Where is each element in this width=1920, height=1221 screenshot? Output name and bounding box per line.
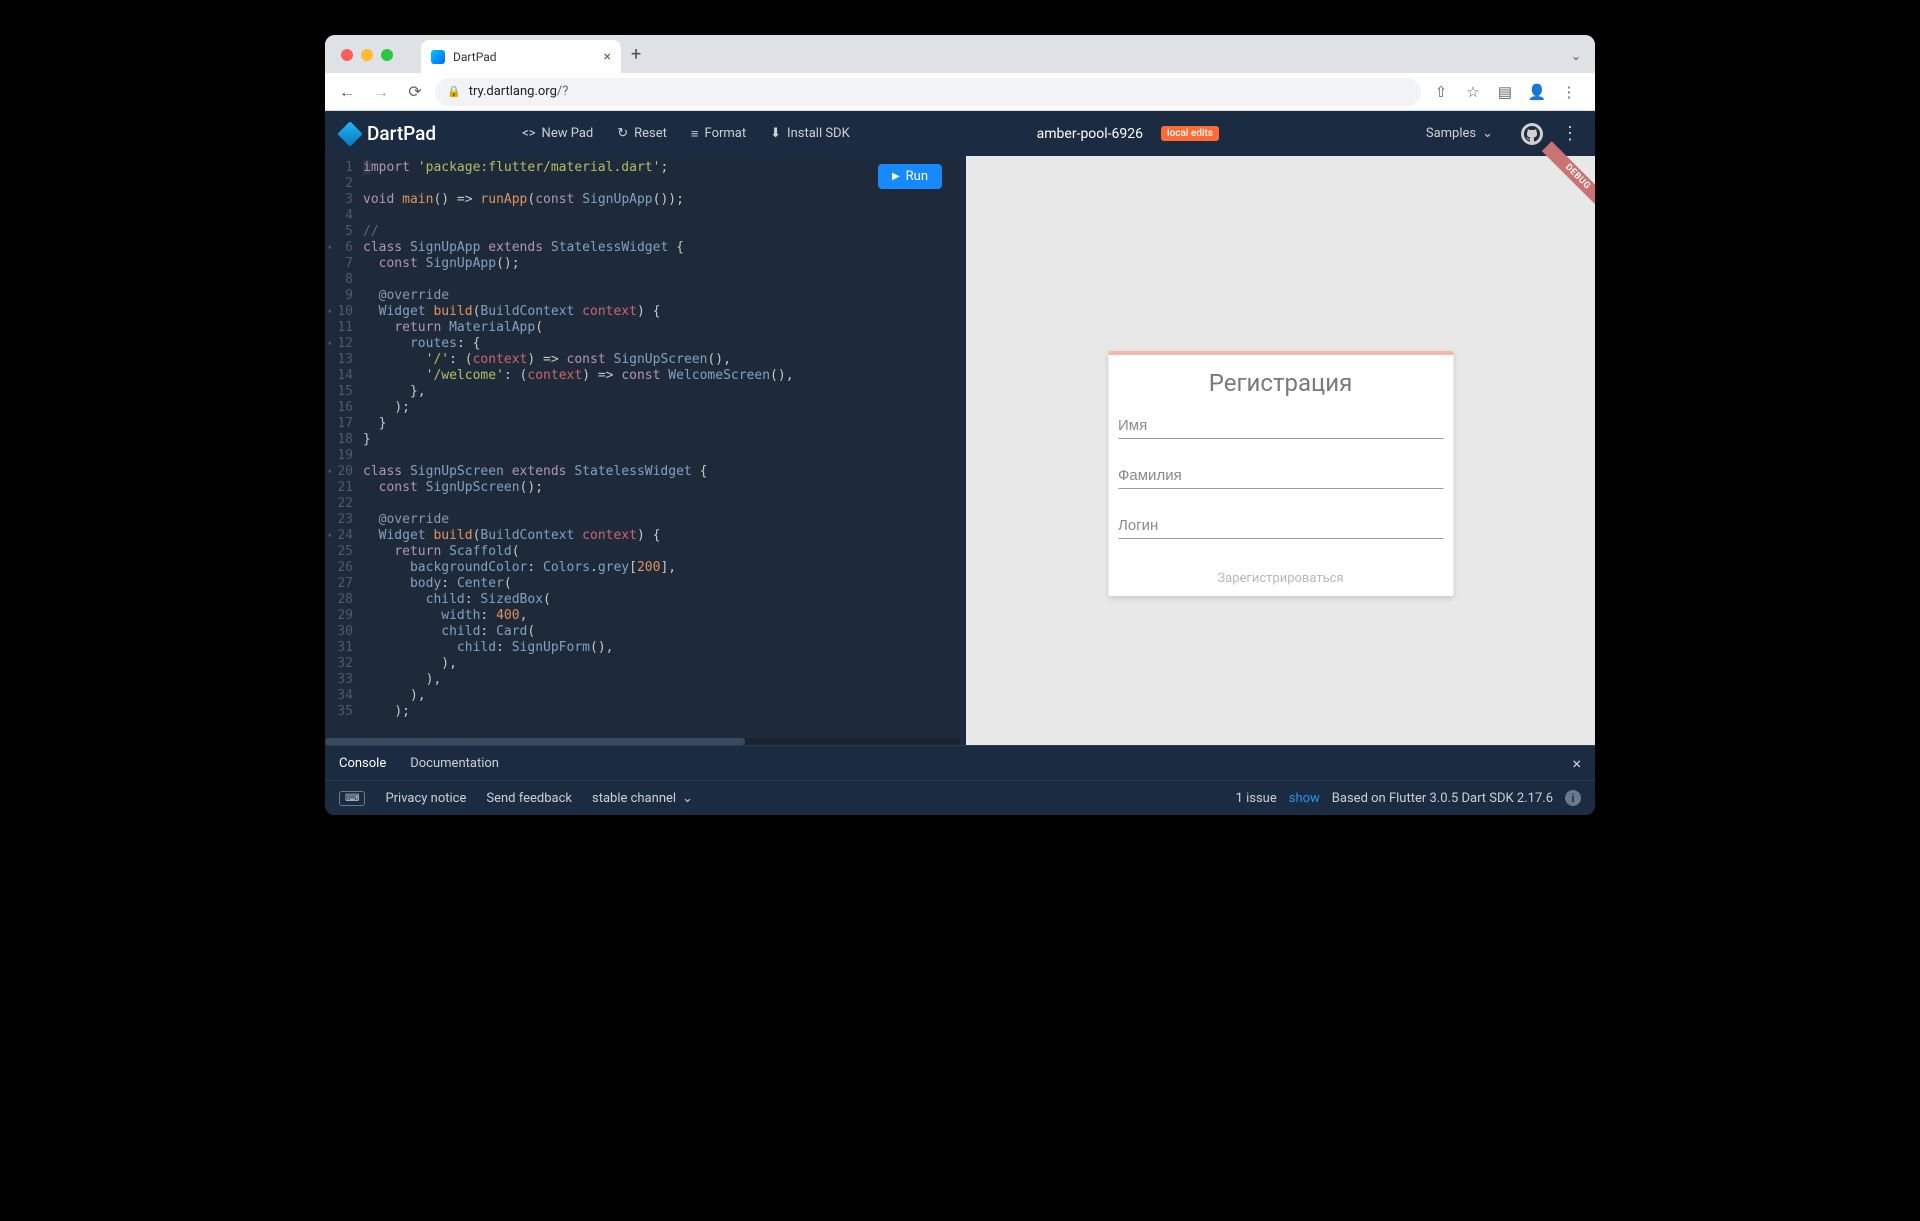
card-title: Регистрация (1118, 369, 1443, 397)
last-name-input[interactable] (1118, 461, 1443, 489)
window-controls (333, 49, 401, 73)
first-name-input[interactable] (1118, 411, 1443, 439)
close-panel-icon[interactable]: × (1572, 754, 1581, 773)
keyboard-icon[interactable]: ⌨ (339, 791, 365, 806)
install-sdk-button[interactable]: ⬇Install SDK (762, 122, 858, 145)
login-input[interactable] (1118, 511, 1443, 539)
console-bar: Console Documentation × (325, 745, 1595, 780)
tab-title: DartPad (453, 50, 596, 64)
maximize-window-icon[interactable] (381, 49, 393, 61)
forward-button[interactable]: → (367, 78, 395, 106)
download-icon: ⬇ (770, 126, 781, 141)
panel-icon[interactable]: ▤ (1491, 78, 1519, 106)
privacy-link[interactable]: Privacy notice (385, 791, 466, 806)
bookmark-icon[interactable]: ☆ (1459, 78, 1487, 106)
lock-icon: 🔒 (447, 85, 461, 98)
profile-icon[interactable]: 👤 (1523, 78, 1551, 106)
main-split: ▶Run 12345678910111213141516171819202122… (325, 156, 1595, 745)
chevron-down-icon: ⌄ (682, 791, 693, 806)
minimize-window-icon[interactable] (361, 49, 373, 61)
channel-dropdown[interactable]: stable channel⌄ (592, 791, 693, 806)
run-button[interactable]: ▶Run (878, 164, 942, 189)
browser-window: DartPad × + ⌄ ← → ⟳ 🔒 try.dartlang.org/?… (325, 35, 1595, 815)
browser-tab[interactable]: DartPad × (421, 40, 621, 73)
browser-tab-bar: DartPad × + ⌄ (325, 35, 1595, 73)
tabs-expand-icon[interactable]: ⌄ (1571, 49, 1581, 63)
signup-card: Регистрация Зарегистрироваться (1108, 351, 1453, 596)
horizontal-scrollbar[interactable] (325, 738, 960, 745)
console-tab[interactable]: Console (339, 756, 386, 771)
url-text: try.dartlang.org/? (469, 84, 1409, 99)
more-menu-icon[interactable]: ⋮ (1561, 123, 1579, 144)
kebab-menu-icon[interactable]: ⋮ (1555, 78, 1583, 106)
top-bar: DartPad <>New Pad ↻Reset ≡Format ⬇Instal… (325, 111, 1595, 156)
back-button[interactable]: ← (333, 78, 361, 106)
dartpad-app: DartPad <>New Pad ↻Reset ≡Format ⬇Instal… (325, 111, 1595, 815)
local-edits-badge: local edits (1161, 126, 1219, 141)
chevron-down-icon: ⌄ (1482, 126, 1493, 141)
format-icon: ≡ (691, 126, 699, 142)
editor-pane: ▶Run 12345678910111213141516171819202122… (325, 156, 960, 745)
app-logo[interactable]: DartPad (341, 122, 436, 145)
dart-logo-icon (337, 121, 362, 146)
format-button[interactable]: ≡Format (683, 122, 754, 146)
play-icon: ▶ (892, 171, 900, 182)
close-window-icon[interactable] (341, 49, 353, 61)
favicon-icon (431, 50, 445, 64)
issues-count: 1 issue (1236, 791, 1277, 806)
reset-button[interactable]: ↻Reset (609, 122, 675, 145)
documentation-tab[interactable]: Documentation (410, 756, 499, 771)
new-tab-button[interactable]: + (631, 44, 641, 65)
submit-button[interactable]: Зарегистрироваться (1108, 561, 1453, 596)
project-name[interactable]: amber-pool-6926 (1037, 126, 1143, 142)
code-area[interactable]: import 'package:flutter/material.dart';v… (359, 156, 960, 738)
show-issues-link[interactable]: show (1289, 791, 1320, 806)
info-icon[interactable]: i (1565, 790, 1581, 806)
gutter: 1234567891011121314151617181920212223242… (325, 156, 359, 738)
output-pane: DEBUG Регистрация Зарегистрироваться (966, 156, 1595, 745)
github-icon[interactable] (1521, 123, 1543, 145)
refresh-icon: ↻ (617, 126, 628, 141)
code-icon: <> (522, 126, 535, 141)
new-pad-button[interactable]: <>New Pad (514, 122, 601, 145)
reload-button[interactable]: ⟳ (401, 78, 429, 106)
share-icon[interactable]: ⇧ (1427, 78, 1455, 106)
feedback-link[interactable]: Send feedback (486, 791, 572, 806)
close-tab-icon[interactable]: × (604, 49, 611, 65)
status-bar: ⌨ Privacy notice Send feedback stable ch… (325, 780, 1595, 815)
url-field[interactable]: 🔒 try.dartlang.org/? (435, 78, 1421, 106)
app-name: DartPad (367, 122, 436, 145)
scrollbar-thumb[interactable] (325, 738, 745, 745)
code-editor[interactable]: 1234567891011121314151617181920212223242… (325, 156, 960, 738)
samples-dropdown[interactable]: Samples⌄ (1418, 122, 1501, 145)
sdk-version: Based on Flutter 3.0.5 Dart SDK 2.17.6 (1332, 791, 1553, 806)
address-bar: ← → ⟳ 🔒 try.dartlang.org/? ⇧ ☆ ▤ 👤 ⋮ (325, 73, 1595, 111)
